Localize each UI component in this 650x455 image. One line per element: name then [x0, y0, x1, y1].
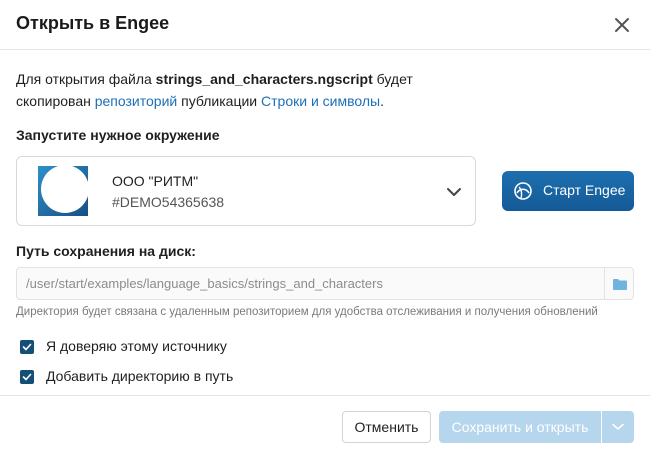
save-options-dropdown[interactable]: [602, 411, 634, 443]
trust-source-checkbox[interactable]: [20, 340, 34, 354]
check-icon: [22, 343, 32, 351]
close-button[interactable]: [610, 13, 634, 37]
environment-label: Запустите нужное окружение: [16, 127, 220, 143]
chevron-down-icon: [612, 423, 624, 430]
engee-logo-icon: [514, 182, 532, 200]
check-icon: [22, 373, 32, 381]
start-engee-button[interactable]: Старт Engee: [502, 171, 634, 211]
dialog-description: Для открытия файла strings_and_character…: [16, 71, 413, 109]
cancel-button[interactable]: Отменить: [342, 411, 431, 443]
folder-icon: [613, 279, 627, 290]
dialog-footer: Отменить Сохранить и открыть: [0, 395, 650, 455]
save-and-open-button[interactable]: Сохранить и открыть: [439, 411, 601, 443]
dialog-header: Открыть в Engee: [0, 0, 650, 50]
trust-source-label: Я доверяю этому источнику: [46, 338, 227, 354]
add-to-path-label: Добавить директорию в путь: [46, 368, 234, 384]
add-to-path-checkbox[interactable]: [20, 370, 34, 384]
dialog-title: Открыть в Engee: [16, 13, 170, 33]
environment-select[interactable]: ООО "РИТМ" #DEMO54365638: [16, 156, 476, 226]
organization-logo-icon: [38, 166, 88, 216]
start-engee-label: Старт Engee: [543, 182, 626, 198]
environment-id: #DEMO54365638: [112, 194, 225, 210]
publication-link[interactable]: Строки и символы: [261, 93, 380, 109]
save-path-input[interactable]: [17, 268, 603, 299]
chevron-down-icon: [447, 188, 461, 196]
browse-folder-button[interactable]: [604, 268, 634, 299]
open-in-engee-dialog: Открыть в Engee Для открытия файла strin…: [0, 0, 650, 455]
close-icon: [615, 18, 629, 32]
file-name: strings_and_characters.ngscript: [155, 71, 373, 87]
save-path-hint: Директория будет связана с удаленным реп…: [16, 306, 598, 318]
repository-link[interactable]: репозиторий: [95, 93, 178, 109]
save-path-field: [16, 267, 634, 300]
environment-name: ООО "РИТМ": [112, 173, 199, 189]
save-path-label: Путь сохранения на диск:: [16, 243, 196, 259]
